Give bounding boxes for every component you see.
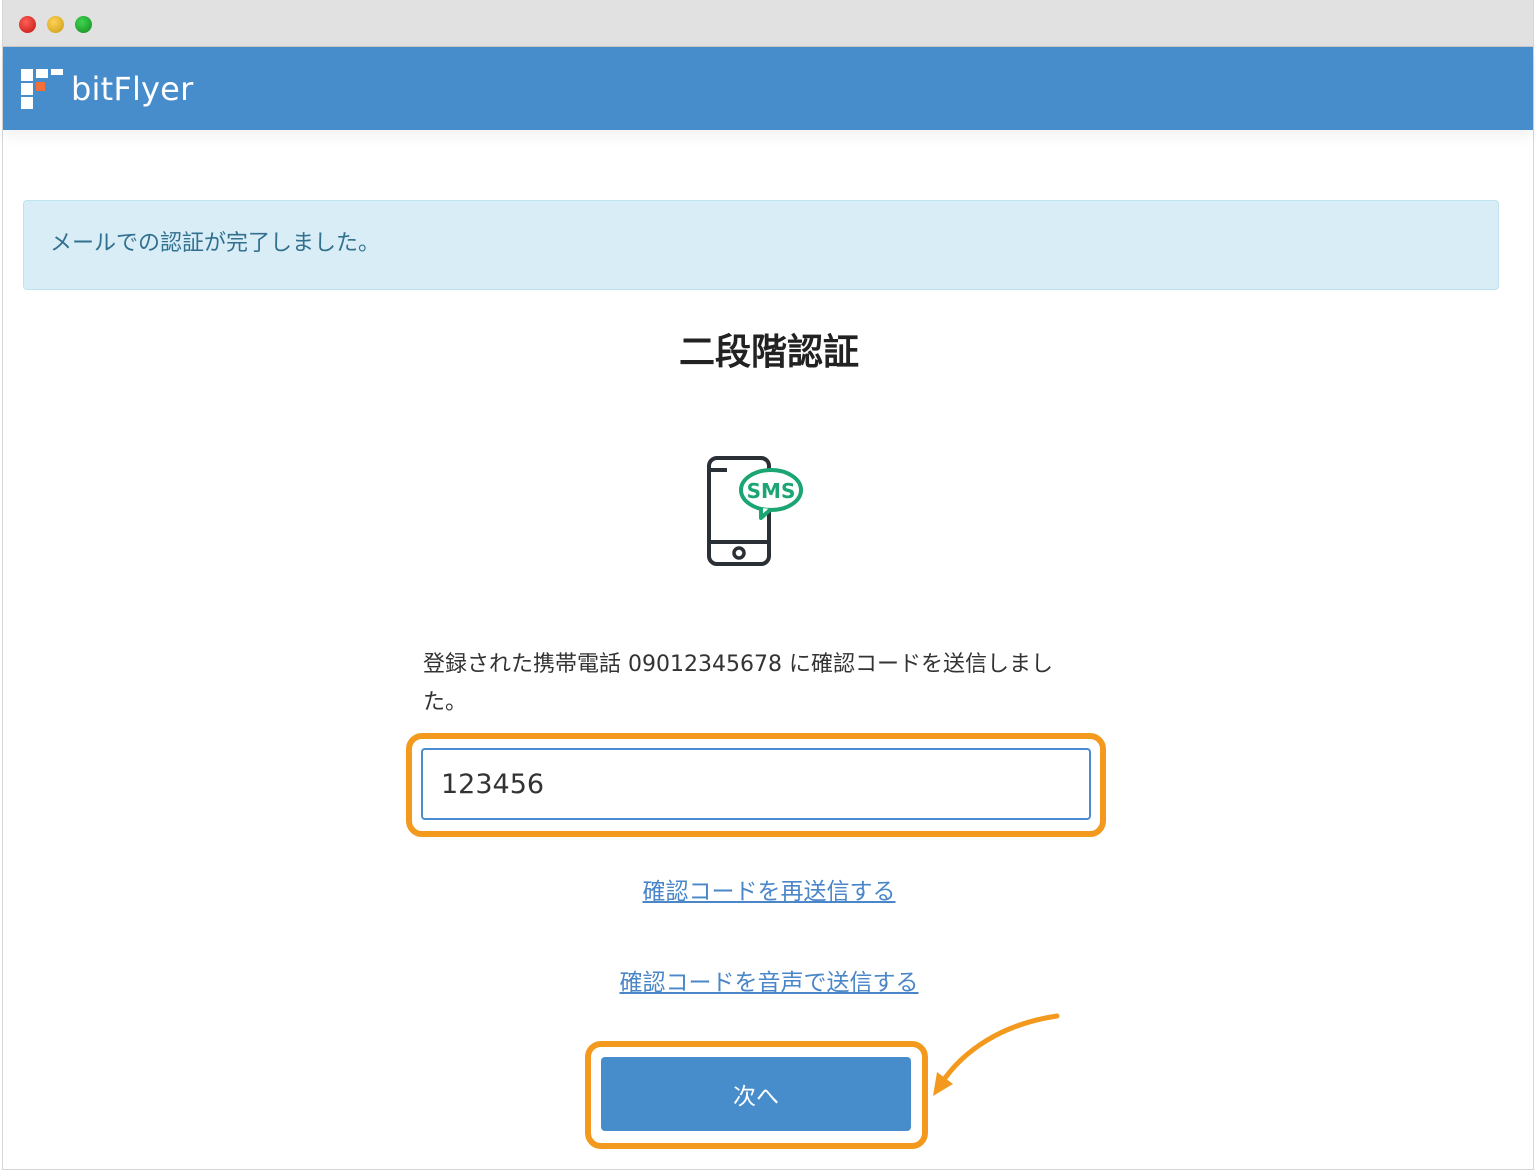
- page-title: 二段階認証: [678, 332, 859, 373]
- bitflyer-logo-icon[interactable]: [21, 69, 65, 109]
- sms-label: SMS: [747, 479, 796, 503]
- next-button[interactable]: 次へ: [601, 1057, 911, 1131]
- annotation-arrow-icon: [933, 1013, 1060, 1096]
- sent-code-message: 登録された携帯電話 09012345678 に確認コードを送信しました。: [423, 652, 1053, 715]
- window-minimize-button[interactable]: [47, 16, 64, 33]
- logo-text[interactable]: bitFlyer: [71, 69, 193, 109]
- window-titlebar: [3, 0, 1533, 47]
- resend-code-link[interactable]: 確認コードを再送信する: [3, 876, 1535, 908]
- phone-sms-icon: SMS: [707, 456, 803, 566]
- email-verified-alert: メールでの認証が完了しました。: [23, 200, 1499, 290]
- window-zoom-button[interactable]: [75, 16, 92, 33]
- voice-code-link[interactable]: 確認コードを音声で送信する: [3, 967, 1535, 999]
- verification-code-input[interactable]: [421, 748, 1091, 820]
- window-close-button[interactable]: [19, 16, 36, 33]
- browser-window: bitFlyer メールでの認証が完了しました。 二段階認証 SMS 登録された…: [2, 0, 1534, 1170]
- site-header: bitFlyer: [3, 47, 1533, 130]
